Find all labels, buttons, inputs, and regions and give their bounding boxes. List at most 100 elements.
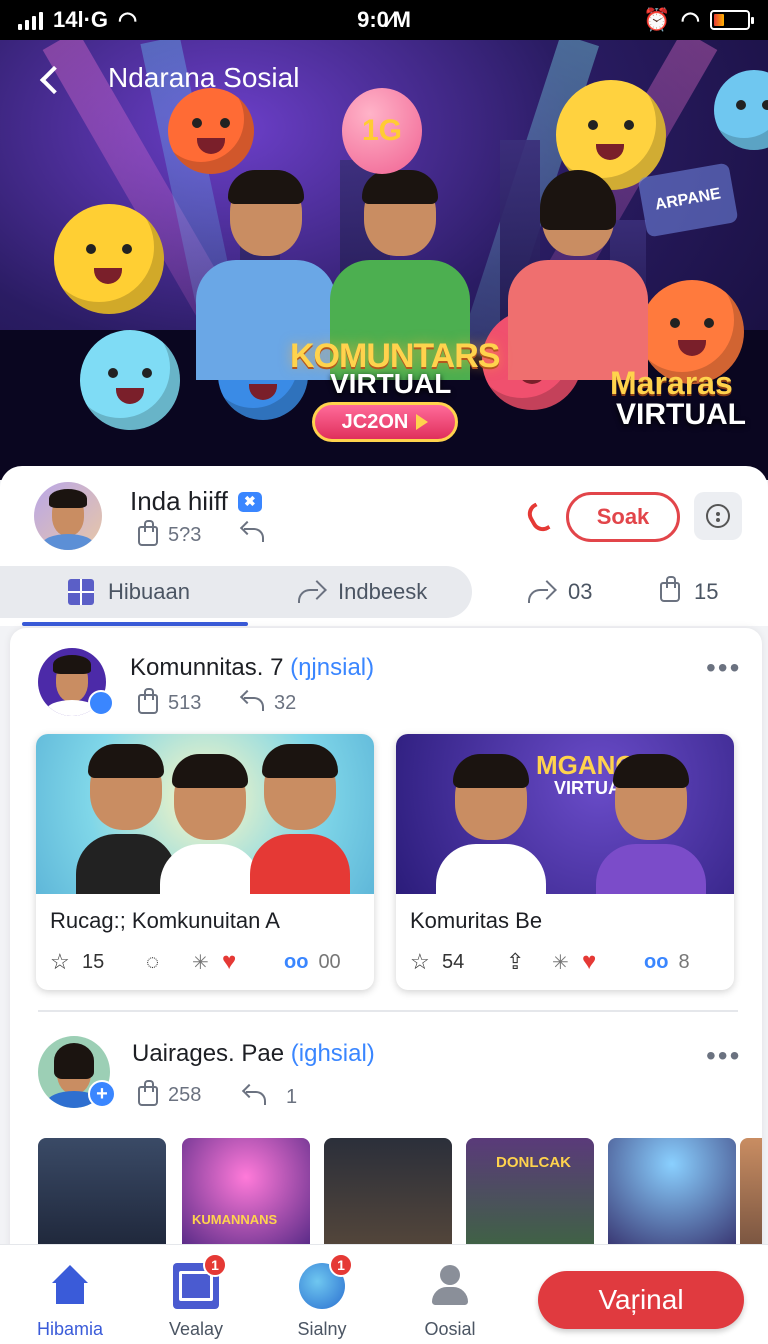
like-icon <box>660 576 680 602</box>
sparkle-icon: ✳ <box>552 951 569 974</box>
signal-label: 14l·G <box>53 7 109 32</box>
card-stats: ☆ 54 ⇪ ✳ ♥ oo 8 <box>410 948 722 976</box>
mascot-yellow-left <box>54 204 164 314</box>
tab-hibuaan[interactable]: Hibuaan <box>68 566 190 618</box>
heart-icon[interactable]: ♥ <box>582 948 644 976</box>
follow-plus-icon[interactable]: + <box>88 1080 116 1108</box>
star-icon[interactable]: ☆ <box>410 951 432 973</box>
hero-bubble: 1G <box>342 88 422 174</box>
post1-likes[interactable]: 513 <box>138 687 201 715</box>
more-options-button[interactable] <box>694 492 742 540</box>
nav-messages-label: Vealay <box>168 1319 224 1339</box>
profile-reply[interactable] <box>244 528 264 542</box>
mascot-orange-top <box>168 88 254 174</box>
mascot-icon: 1 <box>299 1253 353 1309</box>
mascot-blue-corner <box>714 70 768 150</box>
post1-replies-count: 32 <box>274 692 297 714</box>
views-icon: oo <box>284 950 309 973</box>
info-icon <box>706 504 730 528</box>
tab-active-indicator <box>22 622 248 626</box>
wifi-icon: ◠ <box>118 7 138 32</box>
post2-tag: (ighsial) <box>290 1040 375 1067</box>
home-icon <box>47 1263 93 1309</box>
card-stars: 15 <box>82 950 105 973</box>
hero-banner: 1G ARPANE Ndarana Sosial KOMUNTARS VIRTU… <box>0 40 768 480</box>
grid-icon <box>68 579 94 605</box>
share-icon <box>528 581 554 603</box>
post1-replies[interactable]: 32 <box>244 692 296 715</box>
mail-icon: 1 <box>173 1253 227 1309</box>
share-icon[interactable]: ⇪ <box>506 949 552 975</box>
status-bar: 14l·G ◠ 9:0⁄M ⏰ ◠ <box>0 0 768 40</box>
verified-icon: ✖ <box>237 491 262 512</box>
card-stats: ☆ 15 ◌ ✳ ♥ oo 00 <box>50 948 362 976</box>
more-icon[interactable]: ••• <box>706 1040 741 1072</box>
like-icon <box>138 687 158 714</box>
card-image: MGANG VIRTUAL <box>396 734 734 894</box>
phone-icon[interactable] <box>526 502 554 530</box>
like-count[interactable]: 15 <box>660 566 718 618</box>
play-icon <box>416 414 429 430</box>
thumb-label: DONLCAK <box>496 1154 571 1171</box>
alarm-icon: ⏰ <box>643 7 671 32</box>
hero-right-sub: VIRTUAL <box>616 398 746 431</box>
hero-right-headline: Mararas <box>610 365 733 401</box>
views-icon: oo <box>644 950 669 973</box>
comment-icon[interactable]: ◌ <box>146 949 192 975</box>
profile-name-row: Inda hiiff ✖ <box>130 486 262 517</box>
bottom-nav: Hibamia 1 Vealay 1 Sialny Oosial Vaŗinal <box>0 1244 768 1344</box>
soak-button[interactable]: Soak <box>566 492 680 542</box>
nav-messages-badge: 1 <box>203 1253 227 1277</box>
profile-likes[interactable]: 5?3 <box>138 519 202 547</box>
post1-title[interactable]: Komunnitas. 7 (ŋjnsial) <box>130 654 374 682</box>
nav-profile-label: Oosial <box>424 1319 476 1339</box>
card-title: Rucag:; Komkunuitan A <box>50 908 280 933</box>
reply-icon <box>246 1090 266 1105</box>
feed: Komunnitas. 7 (ŋjnsial) ••• 513 32 Rucag… <box>10 628 762 1268</box>
post2-likes[interactable]: 258 <box>138 1079 201 1107</box>
nav-social-label: Sialny <box>297 1319 347 1339</box>
heart-icon[interactable]: ♥ <box>222 948 284 976</box>
nav-social[interactable]: 1 Sialny <box>272 1253 372 1340</box>
card-views: 8 <box>678 950 690 973</box>
back-icon[interactable] <box>36 62 66 96</box>
share-icon <box>298 581 324 603</box>
profile-likes-count: 5?3 <box>168 524 202 546</box>
avatar[interactable] <box>34 482 102 550</box>
card-stars: 54 <box>442 950 465 973</box>
primary-action-button[interactable]: Vaŗinal <box>538 1271 744 1329</box>
hero-sign: ARPANE <box>637 162 739 238</box>
nav-home-label: Hibamia <box>36 1319 104 1339</box>
like-icon <box>138 519 158 546</box>
tab-indbeesk-label: Indbeesk <box>338 579 428 604</box>
community-card[interactable]: MGANG VIRTUAL Komuritas Be ☆ 54 ⇪ ✳ ♥ oo… <box>396 734 734 990</box>
like-icon <box>138 1079 158 1106</box>
card-image <box>36 734 374 894</box>
reply-icon <box>244 696 264 711</box>
person-right <box>508 170 648 380</box>
divider <box>38 1010 738 1012</box>
star-icon[interactable]: ☆ <box>50 951 72 973</box>
wifi-icon: ◠ <box>680 7 700 32</box>
profile-name: Inda hiiff <box>130 486 228 516</box>
card-views: 00 <box>318 950 341 973</box>
post2-name: Uairages. Pae <box>132 1040 291 1067</box>
nav-messages[interactable]: 1 Vealay <box>146 1253 246 1340</box>
share-count[interactable]: 03 <box>528 566 592 618</box>
share-count-label: 03 <box>568 579 593 604</box>
nav-home[interactable]: Hibamia <box>20 1263 120 1340</box>
community-card[interactable]: Rucag:; Komkunuitan A ☆ 15 ◌ ✳ ♥ oo 00 <box>36 734 374 990</box>
battery-icon <box>710 10 754 30</box>
join-button[interactable]: JC2ON <box>312 402 458 442</box>
more-icon[interactable]: ••• <box>706 652 741 684</box>
signal-icon <box>18 10 43 30</box>
tab-bar: Hibuaan Indbeesk <box>0 566 472 618</box>
user-icon <box>427 1263 473 1309</box>
post2-title[interactable]: Uairages. Pae (ighsial) <box>132 1040 375 1068</box>
nav-profile[interactable]: Oosial <box>400 1263 500 1340</box>
profile-card: Inda hiiff ✖ 5?3 Soak Hibuaan Indbeesk 0… <box>0 466 768 626</box>
hero-headline-sub: VIRTUAL <box>330 368 452 399</box>
post2-replies[interactable]: 1 <box>246 1086 297 1109</box>
thumb-label: KUMANNANS <box>192 1212 278 1227</box>
tab-indbeesk[interactable]: Indbeesk <box>298 566 427 618</box>
